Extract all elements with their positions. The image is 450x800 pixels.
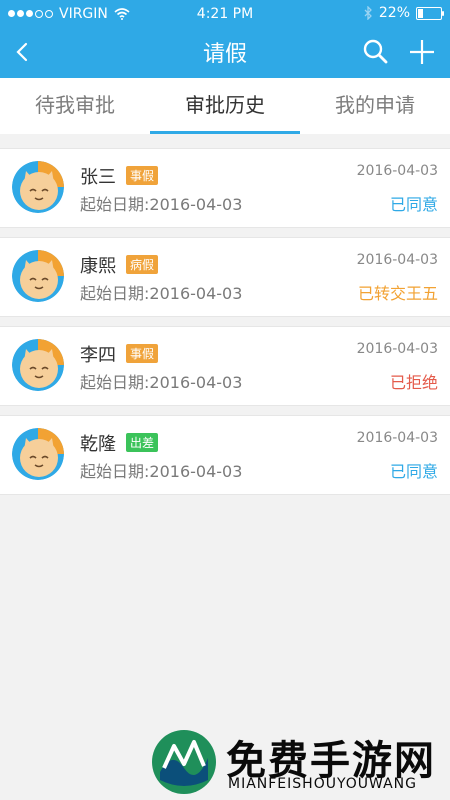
applicant-name: 康熙 xyxy=(80,256,116,277)
start-date-value: 2016-04-03 xyxy=(149,284,243,303)
leave-type-badge: 出差 xyxy=(126,433,159,452)
leave-record-card[interactable]: 李四 事假 起始日期:2016-04-03 2016-04-03 已拒绝 xyxy=(0,326,450,406)
battery-icon xyxy=(416,6,444,20)
approval-status: 已转交王五 xyxy=(357,284,438,303)
start-date-label: 起始日期: xyxy=(80,195,150,214)
applicant-name: 张三 xyxy=(80,167,116,188)
leave-record-card[interactable]: 康熙 病假 起始日期:2016-04-03 2016-04-03 已转交王五 xyxy=(0,237,450,317)
tab-my-applications[interactable]: 我的申请 xyxy=(300,78,450,134)
start-date-row: 起始日期:2016-04-03 xyxy=(80,191,242,215)
start-date-label: 起始日期: xyxy=(80,284,150,303)
tab-bar: 待我审批 审批历史 我的申请 xyxy=(0,78,450,134)
approval-status: 已拒绝 xyxy=(389,373,438,392)
start-date-label: 起始日期: xyxy=(80,373,150,392)
bluetooth-icon xyxy=(364,6,372,20)
add-icon[interactable] xyxy=(404,34,440,70)
tab-pending-approval[interactable]: 待我审批 xyxy=(0,78,150,134)
leave-type-badge: 事假 xyxy=(126,344,159,363)
start-date-value: 2016-04-03 xyxy=(149,195,243,214)
cat-avatar-icon xyxy=(12,339,64,391)
tab-approval-history[interactable]: 审批历史 xyxy=(150,78,300,134)
start-date-row: 起始日期:2016-04-03 xyxy=(80,369,242,393)
app-header: VIRGIN 4:21 PM 22% 请假 xyxy=(0,0,450,78)
start-date-value: 2016-04-03 xyxy=(149,373,243,392)
watermark-subtitle: MIANFEISHOUYOUWANG xyxy=(228,776,417,792)
start-date-row: 起始日期:2016-04-03 xyxy=(80,280,242,304)
leave-type-badge: 病假 xyxy=(126,255,159,274)
record-date: 2016-04-03 xyxy=(356,341,438,357)
applicant-name: 乾隆 xyxy=(80,434,116,455)
leave-record-card[interactable]: 张三 事假 起始日期:2016-04-03 2016-04-03 已同意 xyxy=(0,148,450,228)
search-icon[interactable] xyxy=(360,36,392,68)
start-date-value: 2016-04-03 xyxy=(149,462,243,481)
applicant-name: 李四 xyxy=(80,345,116,366)
watermark-logo-icon xyxy=(152,730,216,794)
cat-avatar-icon xyxy=(12,250,64,302)
status-bar: VIRGIN 4:21 PM 22% xyxy=(0,0,450,28)
cat-avatar-icon xyxy=(12,161,64,213)
cat-avatar-icon xyxy=(12,428,64,480)
approval-status: 已同意 xyxy=(389,462,438,481)
record-date: 2016-04-03 xyxy=(356,252,438,268)
nav-bar: 请假 xyxy=(0,28,450,78)
record-date: 2016-04-03 xyxy=(356,430,438,446)
start-date-row: 起始日期:2016-04-03 xyxy=(80,458,242,482)
leave-record-card[interactable]: 乾隆 出差 起始日期:2016-04-03 2016-04-03 已同意 xyxy=(0,415,450,495)
watermark: 免费手游网 MIANFEISHOUYOUWANG xyxy=(150,728,440,800)
record-date: 2016-04-03 xyxy=(356,163,438,179)
start-date-label: 起始日期: xyxy=(80,462,150,481)
status-right: 22% xyxy=(363,5,444,21)
battery-percent: 22% xyxy=(378,5,410,21)
leave-type-badge: 事假 xyxy=(126,166,159,185)
approval-status: 已同意 xyxy=(389,195,438,214)
